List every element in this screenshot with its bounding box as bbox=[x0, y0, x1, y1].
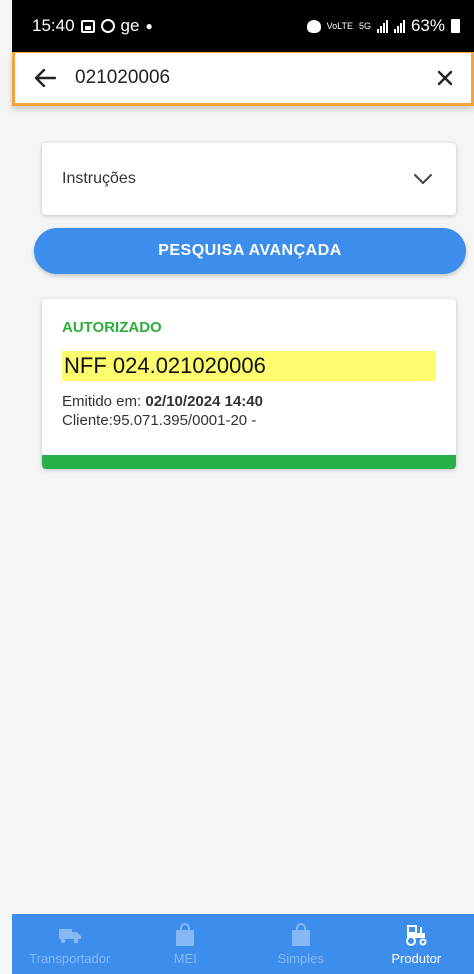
advanced-search-button[interactable]: PESQUISA AVANÇADA bbox=[34, 228, 466, 274]
nav-item-transportador[interactable]: Transportador bbox=[12, 914, 128, 974]
notification-dot-icon: ● bbox=[145, 19, 153, 33]
invoice-result-card[interactable]: AUTORIZADO NFF 024.021020006 Emitido em:… bbox=[42, 299, 456, 469]
volte-icon: VoLTE bbox=[326, 20, 353, 31]
status-strip bbox=[42, 455, 456, 469]
nav-item-produtor[interactable]: Produtor bbox=[359, 914, 474, 974]
client-line: Cliente:95.071.395/0001-20 - bbox=[62, 412, 257, 429]
status-right: VoLTE 5G 63% bbox=[306, 16, 460, 36]
emission-label: Emitido em: bbox=[62, 393, 146, 410]
chevron-down-icon bbox=[414, 173, 432, 184]
arrow-left-icon bbox=[34, 69, 56, 87]
alarm-icon bbox=[306, 19, 321, 33]
nav-label-mei: MEI bbox=[173, 950, 197, 966]
status-time: 15:40 bbox=[32, 16, 75, 35]
shopping-bag-icon bbox=[291, 922, 310, 946]
nav-label-simples: Simples bbox=[277, 950, 324, 966]
invoice-number: NFF 024.021020006 bbox=[62, 351, 436, 381]
search-bar bbox=[12, 52, 474, 106]
instructions-label: Instruções bbox=[62, 170, 136, 187]
nav-label-produtor: Produtor bbox=[391, 950, 442, 966]
battery-percent: 63% bbox=[410, 16, 445, 35]
back-button[interactable] bbox=[15, 53, 75, 103]
emission-date-line: Emitido em: 02/10/2024 14:40 bbox=[62, 393, 263, 410]
invoice-number-text: NFF 024.021020006 bbox=[64, 353, 266, 378]
status-badge: AUTORIZADO bbox=[62, 319, 162, 336]
whatsapp-icon bbox=[100, 19, 115, 33]
status-bar: 15:40 ge ● VoLTE 5G 63% bbox=[12, 0, 474, 52]
clear-search-button[interactable] bbox=[419, 53, 471, 103]
instructions-dropdown[interactable]: Instruções bbox=[42, 143, 456, 215]
network-type-icon: 5G bbox=[358, 20, 371, 31]
signal-icon bbox=[376, 19, 388, 33]
nav-label-transportador: Transportador bbox=[29, 950, 111, 966]
gallery-icon bbox=[80, 19, 95, 33]
truck-icon bbox=[58, 928, 81, 943]
nav-item-simples[interactable]: Simples bbox=[243, 914, 359, 974]
bottom-navigation: Transportador MEI Simples Produtor bbox=[12, 914, 474, 974]
emission-date: 02/10/2024 14:40 bbox=[145, 393, 263, 410]
signal-icon-2 bbox=[393, 19, 405, 33]
status-carrier-text: ge bbox=[120, 16, 140, 35]
tractor-icon bbox=[406, 924, 427, 946]
nav-item-mei[interactable]: MEI bbox=[128, 914, 244, 974]
close-icon bbox=[437, 70, 453, 86]
shopping-bag-icon bbox=[176, 922, 195, 946]
search-input[interactable] bbox=[75, 67, 419, 89]
battery-icon bbox=[451, 19, 460, 33]
status-left: 15:40 ge ● bbox=[32, 16, 153, 36]
